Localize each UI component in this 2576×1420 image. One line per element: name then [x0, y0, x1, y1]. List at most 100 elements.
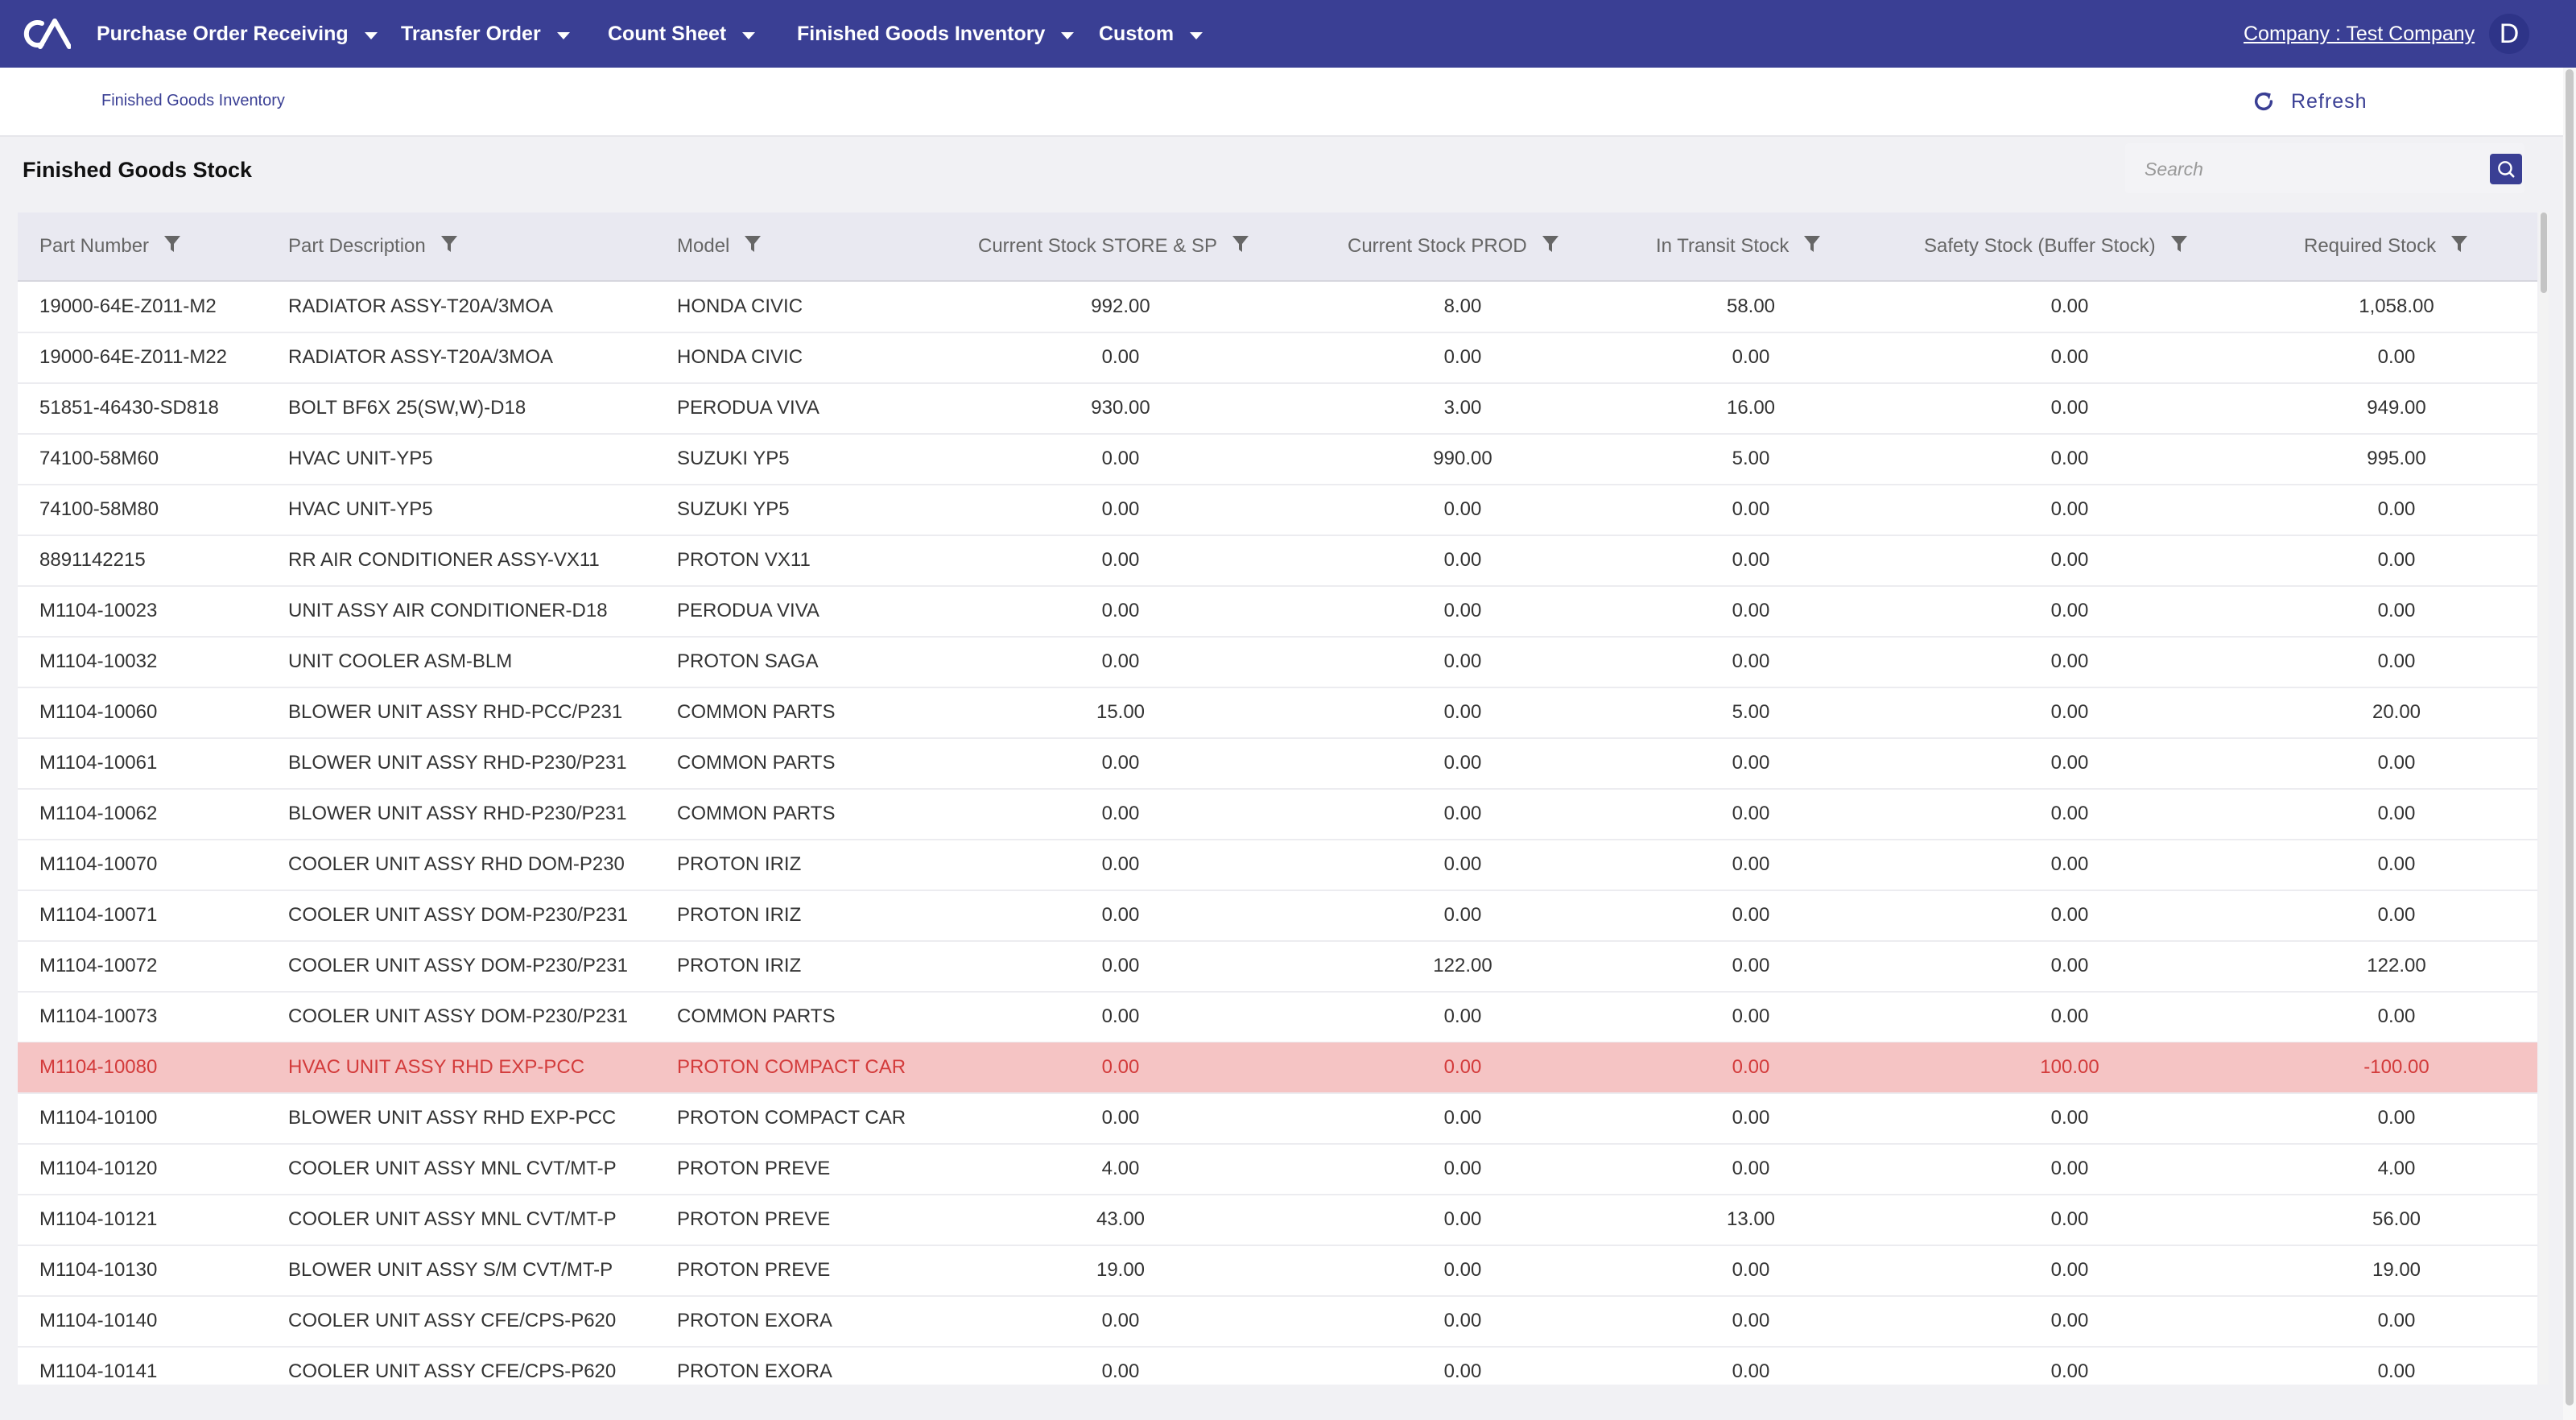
table-row[interactable]: M1104-10100 BLOWER UNIT ASSY RHD EXP-PCC P…: [18, 1093, 2537, 1145]
table-cell: PROTON EXORA: [677, 1310, 832, 1331]
nav-finished-goods-inventory[interactable]: Finished Goods Inventory: [797, 0, 1075, 68]
table-cell: 0.00: [1443, 549, 1482, 571]
column-header[interactable]: Current Stock PROD: [1348, 213, 1559, 280]
table-cell: 0.00: [1732, 955, 1770, 976]
column-header[interactable]: Part Number: [39, 213, 181, 280]
table-cell: 74100-58M60: [39, 448, 159, 469]
page-scrollbar[interactable]: [2563, 68, 2576, 1420]
nav-label: Finished Goods Inventory: [797, 22, 1046, 45]
grid-scrollbar-thumb[interactable]: [2541, 213, 2547, 293]
filter-icon[interactable]: [1542, 234, 1559, 259]
table-cell: 20.00: [2372, 701, 2421, 723]
table-cell: SUZUKI YP5: [677, 498, 790, 520]
table-row[interactable]: M1104-10060 BLOWER UNIT ASSY RHD-PCC/P231…: [18, 687, 2537, 739]
table-row[interactable]: M1104-10023 UNIT ASSY AIR CONDITIONER-D18…: [18, 586, 2537, 638]
table-cell: M1104-10141: [39, 1360, 158, 1382]
filter-icon[interactable]: [744, 234, 762, 259]
table-row[interactable]: M1104-10061 BLOWER UNIT ASSY RHD-P230/P23…: [18, 738, 2537, 790]
table-row[interactable]: M1104-10120 COOLER UNIT ASSY MNL CVT/MT-P…: [18, 1144, 2537, 1195]
column-header[interactable]: Required Stock: [2304, 213, 2468, 280]
table-row[interactable]: M1104-10071 COOLER UNIT ASSY DOM-P230/P23…: [18, 890, 2537, 942]
filter-icon[interactable]: [2170, 234, 2188, 259]
table-cell: 0.00: [1101, 1310, 1140, 1331]
table-row[interactable]: M1104-10073 COOLER UNIT ASSY DOM-P230/P23…: [18, 992, 2537, 1043]
search-button[interactable]: [2490, 154, 2522, 184]
table-row[interactable]: 74100-58M80 HVAC UNIT-YP5 SUZUKI YP5 0.00 0.…: [18, 485, 2537, 536]
table-row[interactable]: M1104-10141 COOLER UNIT ASSY CFE/CPS-P620…: [18, 1347, 2537, 1385]
ca-logo-icon[interactable]: [21, 16, 71, 52]
column-header[interactable]: In Transit Stock: [1656, 213, 1821, 280]
page-scrollbar-thumb[interactable]: [2566, 69, 2574, 1406]
table-cell: 0.00: [1443, 752, 1482, 774]
table-cell: BLOWER UNIT ASSY S/M CVT/MT-P: [288, 1259, 613, 1281]
nav-transfer-order[interactable]: Transfer Order: [401, 0, 570, 68]
table-cell: BLOWER UNIT ASSY RHD-PCC/P231: [288, 701, 623, 723]
company-link[interactable]: Company : Test Company: [2244, 0, 2475, 68]
table-cell: HVAC UNIT ASSY RHD EXP-PCC: [288, 1056, 585, 1078]
refresh-label: Refresh: [2291, 89, 2368, 113]
breadcrumb-bar: Finished Goods Inventory Refresh: [0, 68, 2563, 137]
table-row[interactable]: M1104-10121 COOLER UNIT ASSY MNL CVT/MT-P…: [18, 1195, 2537, 1246]
grid-scrollbar[interactable]: [2539, 213, 2549, 1385]
table-row[interactable]: 8891142215 RR AIR CONDITIONER ASSY-VX11 PR…: [18, 535, 2537, 587]
table-row[interactable]: 74100-58M60 HVAC UNIT-YP5 SUZUKI YP5 0.00 99…: [18, 434, 2537, 485]
table-row[interactable]: M1104-10072 COOLER UNIT ASSY DOM-P230/P23…: [18, 941, 2537, 993]
table-cell: 0.00: [2377, 904, 2416, 926]
filter-icon[interactable]: [1803, 234, 1821, 259]
table-row[interactable]: 19000-64E-Z011-M22 RADIATOR ASSY-T20A/3MO…: [18, 332, 2537, 384]
nav-label: Purchase Order Receiving: [97, 22, 349, 45]
filter-icon[interactable]: [163, 234, 181, 259]
table-cell: 0.00: [1443, 803, 1482, 824]
nav-custom[interactable]: Custom: [1099, 0, 1203, 68]
search-input[interactable]: [2143, 143, 2468, 195]
page-title: Finished Goods Stock: [23, 158, 253, 182]
table-cell: 990.00: [1433, 448, 1492, 469]
table-cell: 0.00: [2050, 1259, 2089, 1281]
nav-count-sheet[interactable]: Count Sheet: [608, 0, 756, 68]
table-cell: HVAC UNIT-YP5: [288, 498, 433, 520]
table-cell: 0.00: [1443, 1360, 1482, 1382]
table-cell: 0.00: [1732, 752, 1770, 774]
chevron-down-icon: [1061, 31, 1075, 39]
table-cell: COOLER UNIT ASSY RHD DOM-P230: [288, 853, 625, 875]
table-row[interactable]: M1104-10032 UNIT COOLER ASM-BLM PROTON SAG…: [18, 637, 2537, 688]
filter-icon[interactable]: [1232, 234, 1249, 259]
table-row[interactable]: 19000-64E-Z011-M2 RADIATOR ASSY-T20A/3MOA…: [18, 282, 2537, 333]
table-cell: COMMON PARTS: [677, 752, 836, 774]
table-cell: 0.00: [2050, 1360, 2089, 1382]
table-cell: 0.00: [1443, 1158, 1482, 1179]
table-cell: 43.00: [1096, 1208, 1146, 1230]
table-cell: 0.00: [1732, 498, 1770, 520]
table-cell: COOLER UNIT ASSY CFE/CPS-P620: [288, 1310, 617, 1331]
column-header[interactable]: Model: [677, 213, 762, 280]
table-cell: 0.00: [1732, 1107, 1770, 1129]
filter-icon[interactable]: [2450, 234, 2468, 259]
refresh-icon: [2254, 92, 2273, 111]
table-row[interactable]: M1104-10130 BLOWER UNIT ASSY S/M CVT/MT-P…: [18, 1245, 2537, 1297]
table-row[interactable]: M1104-10140 COOLER UNIT ASSY CFE/CPS-P620…: [18, 1296, 2537, 1348]
table-row[interactable]: 51851-46430-SD818 BOLT BF6X 25(SW,W)-D18 P…: [18, 383, 2537, 435]
table-cell: 8.00: [1443, 295, 1482, 317]
column-header[interactable]: Safety Stock (Buffer Stock): [1924, 213, 2188, 280]
nav-label: Count Sheet: [608, 22, 727, 45]
refresh-button[interactable]: Refresh: [2251, 85, 2368, 118]
table-row[interactable]: M1104-10070 COOLER UNIT ASSY RHD DOM-P230…: [18, 840, 2537, 891]
table-cell: BLOWER UNIT ASSY RHD EXP-PCC: [288, 1107, 617, 1129]
column-header[interactable]: Part Description: [288, 213, 458, 280]
user-avatar[interactable]: D: [2489, 14, 2529, 54]
nav-purchase-order-receiving[interactable]: Purchase Order Receiving: [97, 0, 378, 68]
column-header[interactable]: Current Stock STORE & SP: [978, 213, 1249, 280]
table-cell: 0.00: [2377, 1310, 2416, 1331]
column-header-label: Required Stock: [2304, 235, 2437, 257]
chevron-down-icon: [1190, 31, 1203, 39]
filter-icon[interactable]: [440, 234, 458, 259]
table-cell: 74100-58M80: [39, 498, 159, 520]
table-cell: HVAC UNIT-YP5: [288, 448, 433, 469]
table-row[interactable]: M1104-10062 BLOWER UNIT ASSY RHD-P230/P23…: [18, 789, 2537, 840]
table-cell: 0.00: [1732, 600, 1770, 621]
table-cell: 0.00: [1101, 549, 1140, 571]
breadcrumb-link[interactable]: Finished Goods Inventory: [101, 92, 285, 110]
table-row-alert[interactable]: M1104-10080 HVAC UNIT ASSY RHD EXP-PCC PRO…: [18, 1042, 2537, 1094]
table-cell: M1104-10032: [39, 650, 158, 672]
table-cell: 0.00: [1443, 904, 1482, 926]
